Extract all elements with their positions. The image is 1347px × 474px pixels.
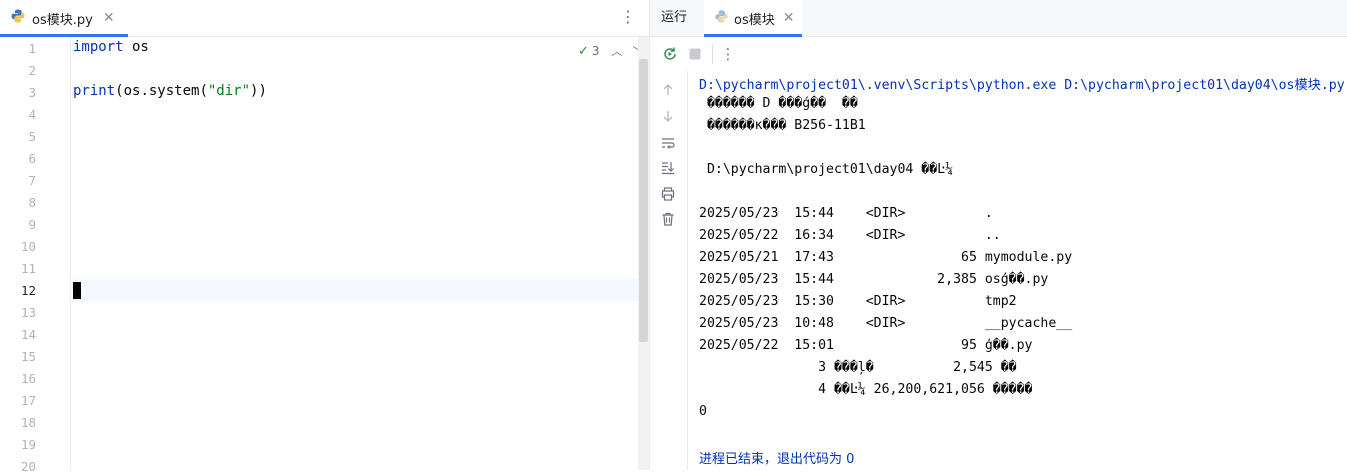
console-line: ������к��� B256-11B1 bbox=[699, 118, 866, 133]
text-caret bbox=[73, 282, 81, 299]
console-line: 2025/05/23 10:48 <DIR> __pycache__ bbox=[699, 316, 1073, 331]
line-number: 13 bbox=[20, 305, 36, 320]
line-number: 18 bbox=[20, 415, 36, 430]
run-tab-bar: 运行 os模块 ✕ bbox=[650, 0, 1347, 37]
trash-icon[interactable] bbox=[659, 210, 677, 228]
print-icon[interactable] bbox=[659, 185, 677, 203]
process-exit-message: 进程已结束，退出代码为 0 bbox=[699, 452, 855, 467]
toolbar-separator bbox=[712, 44, 713, 64]
tab-label: os模块.py bbox=[32, 12, 93, 28]
line-number: 3 bbox=[28, 85, 36, 100]
string-literal: "dir" bbox=[207, 83, 251, 99]
console-line: 2025/05/21 17:43 65 mymodule.py bbox=[699, 250, 1073, 265]
inspection-count: 3 bbox=[591, 44, 600, 58]
soft-wrap-icon[interactable] bbox=[659, 134, 677, 152]
inspection-widget[interactable]: ✓ 3 ︿ ﹀ bbox=[578, 43, 644, 59]
editor-scrollbar[interactable] bbox=[638, 37, 649, 470]
console-line: D:\pycharm\project01\day04 ��Ŀ¼ bbox=[699, 162, 954, 177]
tab-os-module-py[interactable]: os模块.py ✕ bbox=[0, 0, 128, 37]
keyword-import: import bbox=[73, 39, 124, 55]
line-number: 1 bbox=[28, 41, 36, 56]
line-number: 2 bbox=[28, 63, 36, 78]
console-line: 0 bbox=[699, 404, 707, 419]
stop-icon[interactable] bbox=[686, 45, 704, 63]
console-line: 3 ���ļ� 2,545 �� bbox=[699, 360, 1017, 375]
line-number: 14 bbox=[20, 327, 36, 342]
editor-pane: os模块.py ✕ ⋮ 1 2 3 4 5 6 7 8 9 10 11 12 13 14 15 16 17 18 1… bbox=[0, 0, 649, 474]
line-number: 6 bbox=[28, 151, 36, 166]
line-number: 10 bbox=[20, 239, 36, 254]
line-number: 15 bbox=[20, 349, 36, 364]
run-tool-window: 运行 os模块 ✕ ⋮ D:\pycharm\project01\.venv\S… bbox=[650, 0, 1347, 470]
scroll-to-end-icon[interactable] bbox=[659, 159, 677, 177]
code-area[interactable]: import os print(os.system("dir")) bbox=[71, 37, 638, 470]
line-number: 5 bbox=[28, 129, 36, 144]
python-file-icon bbox=[10, 8, 26, 28]
editor-tab-bar: os模块.py ✕ ⋮ bbox=[0, 0, 649, 37]
line-number: 11 bbox=[20, 261, 36, 276]
scrollbar-thumb[interactable] bbox=[639, 59, 648, 342]
rerun-icon[interactable] bbox=[661, 45, 679, 63]
console-output[interactable]: D:\pycharm\project01\.venv\Scripts\pytho… bbox=[699, 72, 1347, 470]
line-number-gutter: 1 2 3 4 5 6 7 8 9 10 11 12 13 14 15 16 17 18 19 20 bbox=[0, 37, 71, 474]
console-line: 2025/05/23 15:30 <DIR> tmp2 bbox=[699, 294, 1017, 309]
close-icon[interactable]: ✕ bbox=[103, 10, 115, 26]
console-line: 2025/05/22 16:34 <DIR> .. bbox=[699, 228, 1001, 243]
check-icon: ✓ bbox=[578, 43, 589, 59]
console-line: 4 ��Ŀ¼ 26,200,621,056 ����� bbox=[699, 382, 1033, 397]
console-line: 2025/05/22 15:01 95 ģ��.py bbox=[699, 338, 1033, 353]
tab-run-os-module[interactable]: os模块 ✕ bbox=[704, 0, 802, 37]
code-text: os bbox=[123, 39, 149, 55]
line-number: 4 bbox=[28, 107, 36, 122]
builtin-print: print bbox=[73, 83, 116, 99]
console-line: ������ D ���ǵ�� �� bbox=[699, 96, 858, 111]
more-vert-icon[interactable]: ⋮ bbox=[620, 8, 636, 26]
run-tab-label: os模块 bbox=[734, 12, 775, 28]
code-line-1: import os bbox=[73, 39, 149, 55]
line-number: 16 bbox=[20, 371, 36, 386]
code-text: (os.system( bbox=[115, 83, 208, 99]
run-toolbar: ⋮ bbox=[650, 37, 1347, 71]
line-number: 9 bbox=[28, 217, 36, 232]
chevron-up-icon[interactable]: ︿ bbox=[612, 43, 623, 59]
console-line: 2025/05/23 15:44 2,385 osģ��.py bbox=[699, 272, 1049, 287]
more-vert-icon[interactable]: ⋮ bbox=[719, 45, 737, 63]
run-title: 运行 bbox=[661, 10, 688, 25]
line-number: 12 bbox=[20, 283, 36, 298]
console-command-line: D:\pycharm\project01\.venv\Scripts\pytho… bbox=[699, 78, 1345, 93]
code-text: )) bbox=[250, 83, 267, 99]
close-icon[interactable]: ✕ bbox=[783, 10, 795, 26]
arrow-up-icon[interactable] bbox=[659, 81, 677, 99]
run-side-toolbar bbox=[650, 71, 688, 470]
line-number: 20 bbox=[20, 459, 36, 474]
console-line: 2025/05/23 15:44 <DIR> . bbox=[699, 206, 993, 221]
line-number: 17 bbox=[20, 393, 36, 408]
code-line-3: print(os.system("dir")) bbox=[73, 83, 267, 99]
arrow-down-icon[interactable] bbox=[659, 107, 677, 125]
line-number: 19 bbox=[20, 437, 36, 452]
line-number: 8 bbox=[28, 195, 36, 210]
python-file-icon bbox=[714, 9, 729, 28]
line-number: 7 bbox=[28, 173, 36, 188]
